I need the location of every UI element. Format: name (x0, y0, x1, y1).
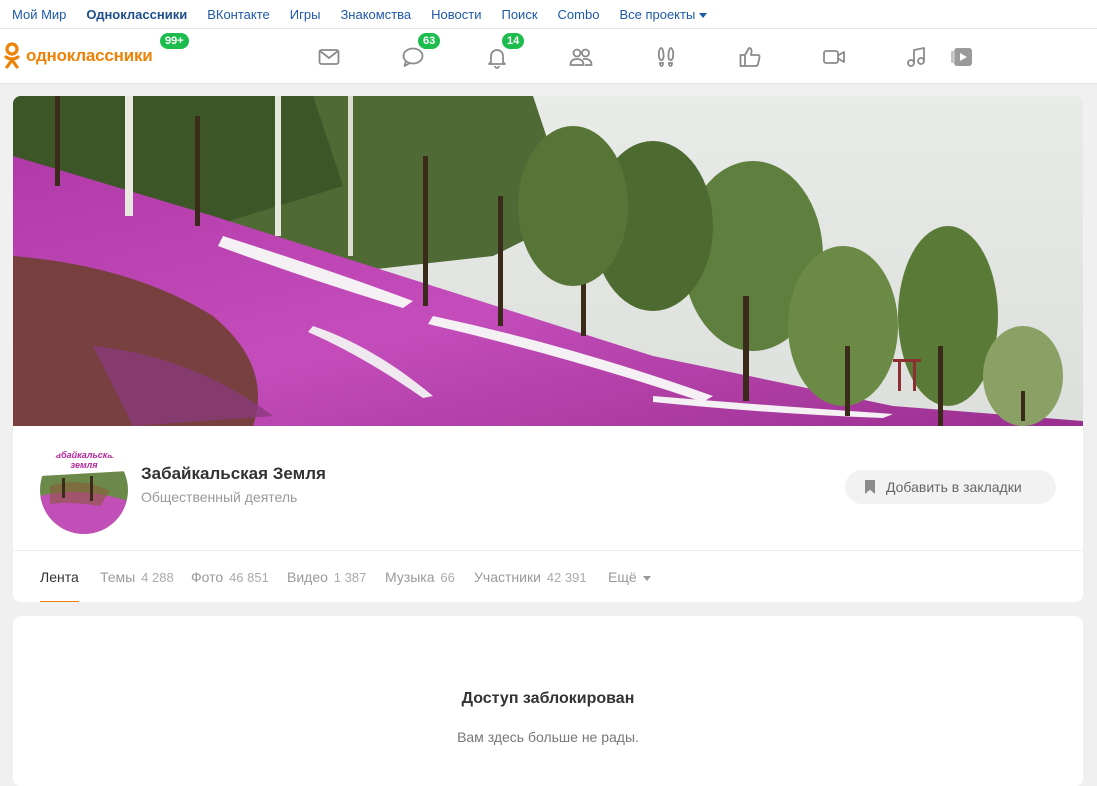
tab-music-count: 66 (440, 570, 455, 585)
portal-link-moy-mir[interactable]: Мой Мир (12, 7, 66, 22)
ok-logo[interactable]: одноклассники (4, 41, 153, 71)
group-type: Общественный деятель (141, 489, 298, 505)
tab-music[interactable]: Музыка 66 (385, 569, 455, 585)
events-button[interactable] (735, 43, 765, 71)
messages-icon (318, 49, 340, 65)
tab-members-label: Участники (474, 569, 541, 585)
tab-more-label: Ещё (608, 569, 637, 585)
messages-button[interactable] (314, 43, 344, 71)
notifications-badge: 14 (502, 33, 525, 49)
portal-link-combo[interactable]: Combo (558, 7, 600, 22)
tab-videos-count: 1 387 (333, 570, 367, 585)
chevron-down-icon (642, 575, 651, 581)
notifications-button[interactable]: 14 (482, 33, 525, 71)
access-blocked-card: Доступ заблокирован Вам здесь больше не … (13, 616, 1083, 786)
portal-link-all-projects[interactable]: Все проекты (619, 6, 708, 22)
profile-row: Забайкальская земля Забайкальская Земля … (13, 426, 1083, 550)
tab-topics-count: 4 288 (141, 570, 174, 585)
tab-members[interactable]: Участники 42 391 (474, 569, 587, 585)
portal-link-search[interactable]: Поиск (501, 7, 537, 22)
tab-more[interactable]: Ещё (608, 569, 651, 585)
cover-photo (13, 96, 1083, 426)
portal-link-odnoklassniki[interactable]: Одноклассники (86, 7, 187, 22)
tab-photos-label: Фото (191, 569, 224, 585)
discussions-badge: 63 (418, 33, 441, 49)
portal-link-dating[interactable]: Знакомства (340, 7, 411, 22)
add-bookmark-label: Добавить в закладки (886, 479, 1022, 495)
bookmark-icon (865, 480, 875, 494)
notifications-icon (488, 49, 506, 69)
video-player-button[interactable] (947, 43, 977, 71)
tab-photos[interactable]: Фото 46 851 (191, 569, 269, 585)
profile-notifications-badge: 99+ (160, 33, 189, 49)
group-name: Забайкальская Земля (141, 464, 326, 483)
tab-videos[interactable]: Видео 1 387 (287, 569, 366, 585)
tab-topics[interactable]: Темы 4 288 (100, 569, 174, 585)
ok-logo-icon (4, 42, 20, 70)
portal-link-news[interactable]: Новости (431, 7, 481, 22)
tab-topics-label: Темы (100, 569, 136, 585)
group-avatar[interactable]: Забайкальская земля (40, 446, 128, 534)
add-bookmark-button[interactable]: Добавить в закладки (845, 470, 1056, 504)
chevron-down-icon (699, 12, 708, 18)
play-icon (951, 48, 972, 66)
tab-videos-label: Видео (287, 569, 328, 585)
friends-button[interactable] (566, 43, 596, 71)
tab-feed[interactable]: Лента (40, 569, 79, 602)
music-note-icon (907, 47, 925, 67)
group-tabs: Лента Темы 4 288 Фото 46 851 Видео 1 387… (13, 550, 1083, 602)
portal-nav-bar: Мой Мир Одноклассники ВКонтакте Игры Зна… (0, 0, 1097, 29)
portal-link-vkontakte[interactable]: ВКонтакте (207, 7, 270, 22)
portal-link-games[interactable]: Игры (290, 7, 321, 22)
guests-button[interactable] (651, 43, 681, 71)
thumbs-up-icon (739, 47, 761, 67)
blocked-title: Доступ заблокирован (461, 690, 635, 707)
video-camera-icon (823, 50, 845, 64)
group-header-card: Забайкальская земля Забайкальская Земля … (13, 96, 1083, 602)
discussions-icon (402, 47, 424, 67)
tab-photos-count: 46 851 (229, 570, 269, 585)
tab-feed-label: Лента (40, 569, 79, 585)
music-button[interactable] (901, 43, 931, 71)
main-toolbar: одноклассники 99+ 63 14 (0, 29, 1097, 84)
footprints-icon (657, 47, 675, 67)
all-projects-label: Все проекты (619, 6, 696, 22)
logo-text: одноклассники (26, 46, 153, 65)
tab-members-count: 42 391 (546, 570, 587, 585)
blocked-message: Вам здесь больше не рады. (457, 729, 639, 745)
friends-icon (569, 48, 593, 66)
video-button[interactable] (819, 43, 849, 71)
discussions-button[interactable]: 63 (398, 33, 441, 71)
avatar-caption: Забайкальская земля (50, 450, 118, 470)
tab-music-label: Музыка (385, 569, 435, 585)
